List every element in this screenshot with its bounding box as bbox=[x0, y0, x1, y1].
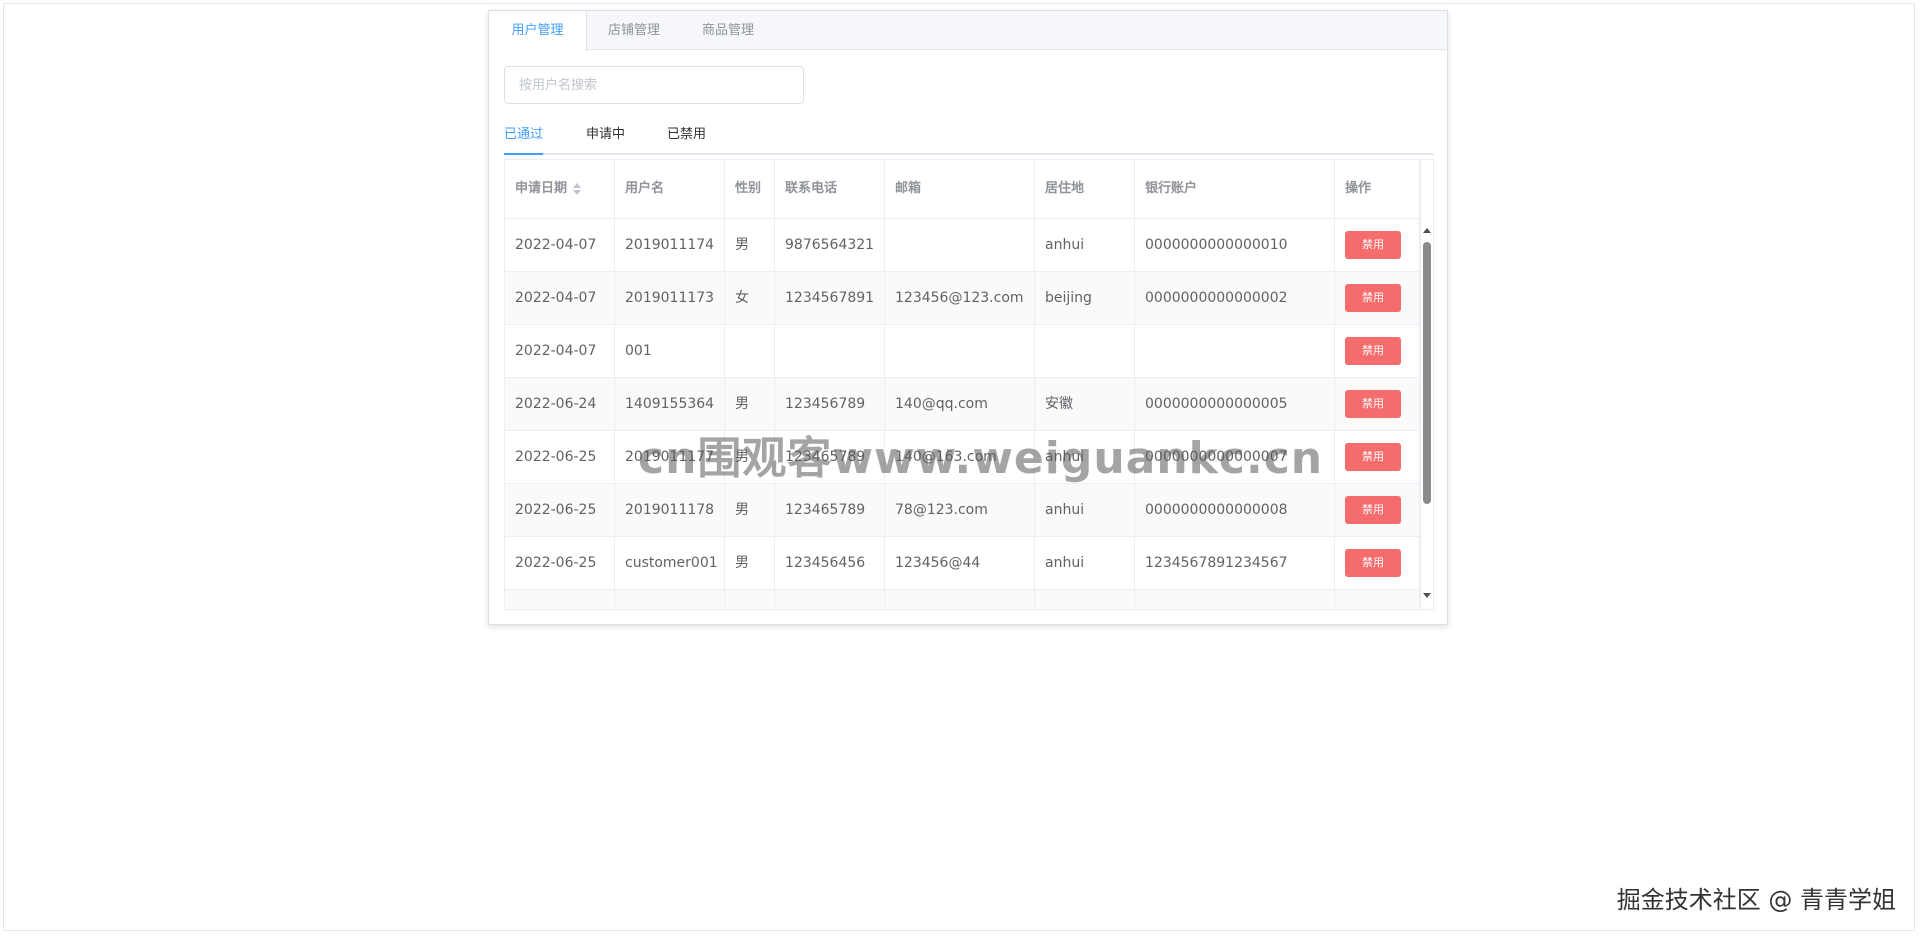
ban-button[interactable]: 禁用 bbox=[1345, 284, 1401, 312]
header-apply-date[interactable]: 申请日期 bbox=[505, 160, 615, 218]
cell-residence: anhui bbox=[1035, 537, 1135, 589]
cell-email: 123456@123.com bbox=[885, 272, 1035, 324]
cell-apply-date: 2022-04-07 bbox=[505, 272, 615, 324]
cell-email bbox=[885, 219, 1035, 271]
sub-tab-approved[interactable]: 已通过 bbox=[504, 117, 544, 155]
cell-apply-date: 2022-06-24 bbox=[505, 378, 615, 430]
cell-gender: 男 bbox=[725, 484, 775, 536]
cell-phone: 9876564321 bbox=[775, 219, 885, 271]
cell-username: 2019011173 bbox=[615, 272, 725, 324]
table-scrollbar[interactable] bbox=[1420, 160, 1433, 609]
table-cell-empty bbox=[725, 590, 775, 609]
table-cell-empty bbox=[885, 590, 1035, 609]
sort-icon[interactable] bbox=[573, 182, 582, 196]
cell-gender bbox=[725, 325, 775, 377]
header-phone: 联系电话 bbox=[775, 160, 885, 218]
sub-tab-disabled[interactable]: 已禁用 bbox=[667, 117, 706, 153]
table-cell-empty bbox=[775, 590, 885, 609]
cell-apply-date: 2022-06-25 bbox=[505, 431, 615, 483]
table-row: 2022-04-07 001 禁用 bbox=[505, 325, 1420, 378]
cell-action: 禁用 bbox=[1335, 537, 1420, 589]
cell-apply-date: 2022-04-07 bbox=[505, 219, 615, 271]
cell-username: 2019011174 bbox=[615, 219, 725, 271]
cell-username: 001 bbox=[615, 325, 725, 377]
cell-gender: 男 bbox=[725, 537, 775, 589]
cell-email: 78@123.com bbox=[885, 484, 1035, 536]
users-table: 申请日期 用户名 性别 联系电话 邮箱 居住地 银行账户 操作 2022-04-… bbox=[504, 159, 1434, 610]
credit-text: 掘金技术社区 @ 青青学姐 bbox=[1616, 886, 1896, 914]
cell-bank-account: 0000000000000008 bbox=[1135, 484, 1335, 536]
username-search-input[interactable] bbox=[504, 66, 804, 104]
ban-button[interactable]: 禁用 bbox=[1345, 231, 1401, 259]
ban-button[interactable]: 禁用 bbox=[1345, 549, 1401, 577]
sub-tab-pending[interactable]: 申请中 bbox=[586, 117, 625, 153]
cell-action: 禁用 bbox=[1335, 325, 1420, 377]
cell-email: 123456@44 bbox=[885, 537, 1035, 589]
header-username: 用户名 bbox=[615, 160, 725, 218]
cell-action: 禁用 bbox=[1335, 378, 1420, 430]
header-gender: 性别 bbox=[725, 160, 775, 218]
tab-product-management[interactable]: 商品管理 bbox=[681, 11, 775, 50]
header-bank-account: 银行账户 bbox=[1135, 160, 1335, 218]
ban-button[interactable]: 禁用 bbox=[1345, 390, 1401, 418]
user-management-card: 用户管理 店铺管理 商品管理 已通过 申请中 已禁用 申请日期 用户名 性别 联… bbox=[488, 10, 1448, 625]
cell-phone: 123456456 bbox=[775, 537, 885, 589]
table-cell-empty bbox=[1335, 590, 1420, 609]
ban-button[interactable]: 禁用 bbox=[1345, 443, 1401, 471]
table-row: 2022-04-07 2019011174 男 9876564321 anhui 0000… bbox=[505, 219, 1420, 272]
table-cell-empty bbox=[1135, 590, 1335, 609]
cell-phone: 123465789 bbox=[775, 484, 885, 536]
cell-username: 2019011178 bbox=[615, 484, 725, 536]
cell-gender: 女 bbox=[725, 272, 775, 324]
table-cell-empty bbox=[1035, 590, 1135, 609]
cell-bank-account: 0000000000000010 bbox=[1135, 219, 1335, 271]
cell-bank-account: 0000000000000002 bbox=[1135, 272, 1335, 324]
tab-user-management[interactable]: 用户管理 bbox=[489, 11, 587, 51]
cell-residence: anhui bbox=[1035, 219, 1135, 271]
table-cell-empty bbox=[505, 590, 615, 609]
status-sub-tabs: 已通过 申请中 已禁用 bbox=[504, 117, 1434, 155]
cell-phone: 1234567891 bbox=[775, 272, 885, 324]
cell-action: 禁用 bbox=[1335, 272, 1420, 324]
table-row: 2022-04-07 2019011173 女 1234567891 123456@12… bbox=[505, 272, 1420, 325]
cell-action: 禁用 bbox=[1335, 484, 1420, 536]
cell-bank-account bbox=[1135, 325, 1335, 377]
header-apply-date-label: 申请日期 bbox=[515, 181, 568, 196]
scroll-up-arrow-icon[interactable] bbox=[1423, 228, 1431, 233]
table-cell-empty bbox=[615, 590, 725, 609]
cell-action: 禁用 bbox=[1335, 219, 1420, 271]
cell-apply-date: 2022-06-25 bbox=[505, 484, 615, 536]
table-body: 2022-04-07 2019011174 男 9876564321 anhui 0000… bbox=[505, 219, 1420, 609]
cell-gender: 男 bbox=[725, 219, 775, 271]
table-header: 申请日期 用户名 性别 联系电话 邮箱 居住地 银行账户 操作 bbox=[505, 160, 1420, 219]
cell-apply-date: 2022-06-25 bbox=[505, 537, 615, 589]
header-action: 操作 bbox=[1335, 160, 1420, 218]
watermark: cn围观客www.weiguankc.cn bbox=[638, 433, 1324, 484]
cell-username: customer001 bbox=[615, 537, 725, 589]
cell-bank-account: 1234567891234567 bbox=[1135, 537, 1335, 589]
cell-residence bbox=[1035, 325, 1135, 377]
scroll-down-arrow-icon[interactable] bbox=[1423, 593, 1431, 598]
cell-action: 禁用 bbox=[1335, 431, 1420, 483]
cell-phone bbox=[775, 325, 885, 377]
ban-button[interactable]: 禁用 bbox=[1345, 337, 1401, 365]
cell-email bbox=[885, 325, 1035, 377]
header-email: 邮箱 bbox=[885, 160, 1035, 218]
ban-button[interactable]: 禁用 bbox=[1345, 496, 1401, 524]
cell-residence: beijing bbox=[1035, 272, 1135, 324]
tab-shop-management[interactable]: 店铺管理 bbox=[587, 11, 681, 50]
scroll-thumb[interactable] bbox=[1423, 242, 1431, 504]
cell-apply-date: 2022-04-07 bbox=[505, 325, 615, 377]
header-residence: 居住地 bbox=[1035, 160, 1135, 218]
table-row: 2022-06-25 customer001 男 123456456 123456@44… bbox=[505, 537, 1420, 590]
table-row-partial bbox=[505, 590, 1420, 609]
cell-residence: anhui bbox=[1035, 484, 1135, 536]
main-tabs: 用户管理 店铺管理 商品管理 bbox=[489, 11, 1447, 51]
table-row: 2022-06-25 2019011178 男 123465789 78@123.com… bbox=[505, 484, 1420, 537]
